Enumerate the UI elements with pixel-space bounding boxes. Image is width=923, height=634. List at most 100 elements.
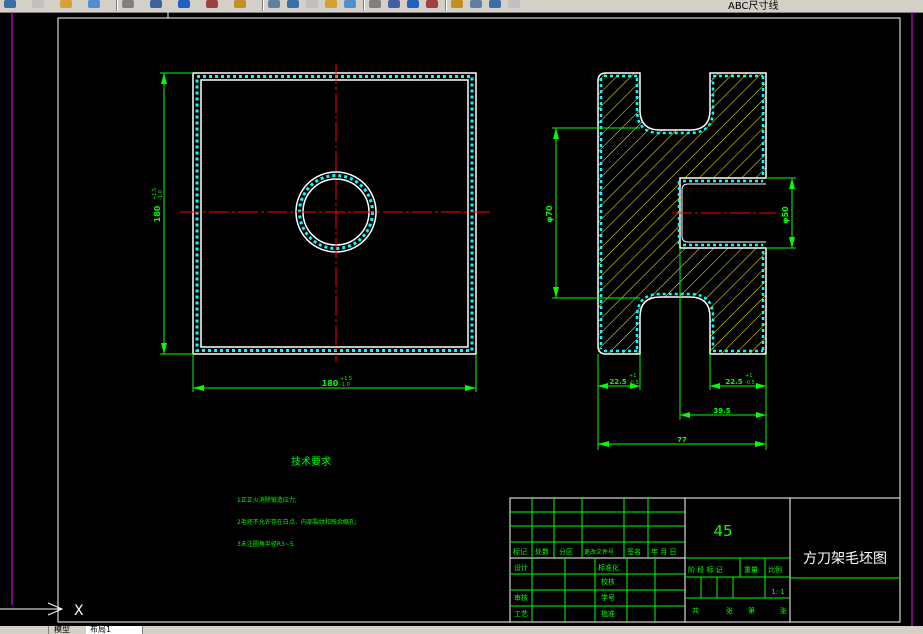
help-icon[interactable]	[426, 0, 438, 8]
front-width-tol-lower: -1.0	[340, 382, 350, 388]
tb-drawing-name: 方刀架毛坯图	[803, 551, 887, 567]
side-total-arrow-l	[598, 441, 609, 447]
side-total-arrow-r	[755, 441, 766, 447]
side-left-flange-tol-lower: -0.5	[629, 380, 639, 386]
front-width-arrow-left	[193, 385, 204, 391]
front-height-dim-text: 180	[153, 205, 162, 222]
tb-label-weight: 重量	[744, 566, 758, 574]
lock-icon[interactable]	[489, 0, 501, 8]
tab-model[interactable]: 模型	[50, 626, 87, 634]
pan-icon[interactable]	[234, 0, 246, 8]
ucs-x-label: X	[74, 603, 84, 619]
tb-label-approve: 批准	[601, 609, 615, 618]
match-icon[interactable]	[150, 0, 162, 8]
side-total-text: 77	[677, 436, 687, 444]
side-phi70-text: φ70	[545, 205, 554, 223]
tb-label-mark: 标记	[513, 547, 527, 556]
zoom-previous-icon[interactable]	[306, 0, 318, 8]
tb-label-total: 共	[692, 606, 699, 615]
drawing-canvas[interactable]: 180 +1.5 -1.0 180 +1.5 -1.0 φ70 φ50 22.5…	[0, 12, 923, 626]
color-icon[interactable]	[508, 0, 520, 8]
cut-icon[interactable]	[60, 0, 72, 8]
tb-label-count: 处数	[535, 547, 549, 556]
layout-tabs: 模型 布局1	[0, 626, 923, 634]
tb-label-date: 年 月 日	[651, 547, 676, 556]
side-phi50-arrow-bot	[789, 237, 795, 248]
tb-label-review: 审核	[514, 593, 528, 602]
tech-req-item-1: 1正正火消除锻造应力;	[237, 496, 297, 504]
tech-req-item-2: 2毛坯不允许存在白点、内部裂纹和残余缩孔;	[237, 518, 357, 526]
zoom-window-icon[interactable]	[287, 0, 299, 8]
front-height-tol-lower: -1.0	[158, 190, 164, 200]
redo-icon[interactable]	[206, 0, 218, 8]
tb-label-stage-mark: 阶 段 标 记	[688, 565, 723, 574]
calculator-icon[interactable]	[407, 0, 419, 8]
tb-material: 45	[713, 522, 732, 540]
front-knurl-band	[195, 75, 474, 352]
side-right-flange-tol-lower: -0.5	[745, 380, 755, 386]
text-style-icon[interactable]	[325, 0, 337, 8]
tool-palette-icon[interactable]	[388, 0, 400, 8]
front-width-dim-text: 180	[322, 379, 339, 388]
side-left-flange-text: 22.5	[609, 378, 626, 386]
layers-icon[interactable]	[451, 0, 463, 8]
drawing-frame	[57, 17, 901, 623]
side-right-flange-text: 22.5	[725, 378, 742, 386]
layer-name[interactable]: ABC尺寸线	[728, 0, 779, 12]
technical-requirements: 技术要求 1正正火消除锻造应力; 2毛坯不允许存在白点、内部裂纹和残余缩孔; 3…	[237, 455, 357, 548]
tb-label-sheet-no: 第	[748, 606, 755, 615]
tb-label-process: 工艺	[514, 610, 528, 618]
tb-label-signature: 签名	[627, 547, 641, 556]
side-left-flange-arrow-l	[598, 383, 608, 389]
side-bore-depth-text: 39.5	[713, 407, 730, 415]
sun-icon[interactable]	[470, 0, 482, 8]
tech-req-title: 技术要求	[291, 455, 331, 468]
toolbar-separator	[262, 0, 264, 11]
undo-icon[interactable]	[178, 0, 190, 8]
toolbar-separator	[445, 0, 447, 11]
side-bore-depth-arrow-r	[756, 412, 766, 418]
front-width-arrow-right	[465, 385, 476, 391]
zoom-icon[interactable]	[4, 0, 16, 8]
side-knurl-groove-bot	[635, 292, 715, 349]
tb-label-school-no: 学号	[601, 593, 615, 602]
side-bore-depth-arrow-l	[680, 412, 690, 418]
side-right-flange-tol-upper: +1	[745, 373, 752, 379]
side-phi50-arrow-top	[789, 178, 795, 189]
title-block-text: 45 方刀架毛坯图 1: 1 标记 处数 分区 更改文件号 签名 年 月 日 设…	[513, 522, 887, 618]
tab-arrows[interactable]	[0, 626, 49, 634]
toolbar-separator	[363, 0, 365, 11]
front-view: 180 +1.5 -1.0 180 +1.5 -1.0	[152, 64, 492, 392]
tb-label-standardize: 标准化	[598, 563, 619, 572]
paste-icon[interactable]	[122, 0, 134, 8]
ucs-icon: X	[0, 602, 84, 619]
side-knurl-groove-top	[635, 78, 715, 135]
side-section-view: φ70 φ50 22.5 +1 -0.5 22.5 +1 -0.5 39.5 7…	[545, 72, 796, 450]
tb-label-proofread: 校核	[601, 577, 615, 586]
tech-req-item-3: 3未注圆角半径R3~5.	[237, 540, 296, 548]
copy-icon[interactable]	[88, 0, 100, 8]
design-center-icon[interactable]	[369, 0, 381, 8]
tb-scale: 1: 1	[771, 588, 785, 596]
side-right-flange-arrow-l	[710, 383, 720, 389]
tb-label-change-doc: 更改文件号	[584, 548, 614, 556]
side-right-flange-arrow-r	[756, 383, 766, 389]
front-height-arrow-top	[161, 73, 167, 84]
tb-label-zone: 分区	[559, 547, 573, 556]
side-left-flange-tol-upper: +1	[629, 373, 636, 379]
tab-layout1[interactable]: 布局1	[86, 626, 143, 634]
save-icon[interactable]	[32, 0, 44, 8]
tb-label-ratio: 比例	[768, 565, 782, 574]
front-outline-outer	[192, 72, 477, 355]
tb-label-sheets: 张	[726, 606, 733, 615]
properties-icon[interactable]	[344, 0, 356, 8]
tb-label-sheet-unit: 张	[780, 606, 787, 615]
side-phi50-text: φ50	[781, 206, 790, 224]
front-outline-inner	[200, 79, 469, 348]
tb-label-design: 设计	[514, 563, 528, 572]
front-height-arrow-bot	[161, 343, 167, 354]
side-phi70-arrow-bot	[553, 287, 559, 298]
zoom-realtime-icon[interactable]	[268, 0, 280, 8]
side-phi70-arrow-top	[553, 128, 559, 139]
toolbar-separator	[116, 0, 118, 11]
